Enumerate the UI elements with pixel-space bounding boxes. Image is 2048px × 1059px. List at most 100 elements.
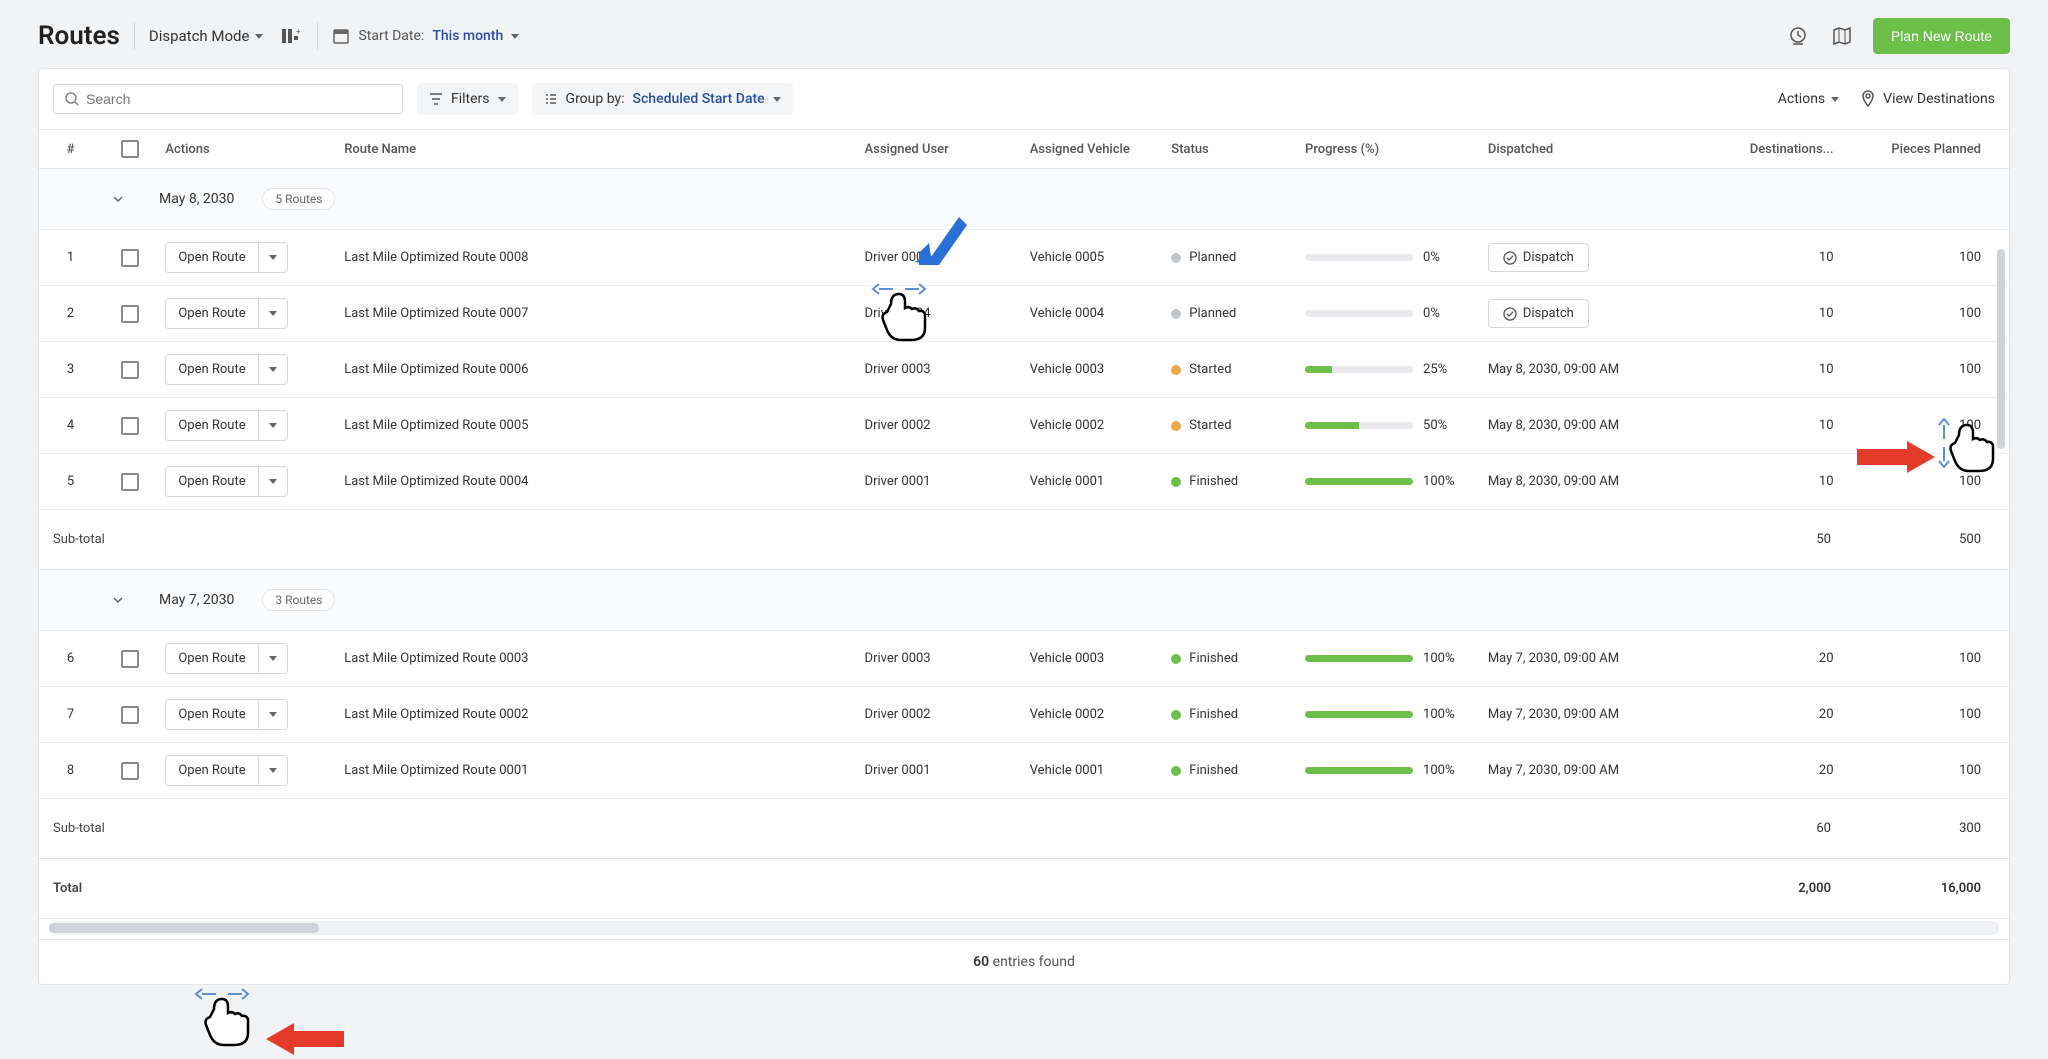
col-dispatched[interactable]: Dispatched — [1480, 130, 1677, 168]
status-dot-icon — [1171, 654, 1181, 664]
table-row: 3 Open Route Last Mile Optimized Route 0… — [39, 342, 2009, 398]
open-route-button[interactable]: Open Route — [165, 410, 287, 441]
col-pieces-planned[interactable]: Pieces Planned — [1842, 130, 2009, 168]
horizontal-scrollbar-thumb[interactable] — [49, 923, 319, 933]
filters-button[interactable]: Filters — [417, 83, 518, 115]
status-dot-icon — [1171, 365, 1181, 375]
col-destinations[interactable]: Destinations... — [1676, 130, 1841, 168]
table-head: # Actions Route Name Assigned User Assig… — [39, 129, 2009, 169]
search-icon — [64, 91, 80, 107]
row-checkbox[interactable] — [121, 305, 139, 323]
row-checkbox[interactable] — [121, 417, 139, 435]
svg-text:+: + — [296, 27, 300, 36]
col-route-name[interactable]: Route Name — [336, 130, 856, 168]
open-route-button[interactable]: Open Route — [165, 699, 287, 730]
chevron-down-icon — [111, 192, 125, 206]
col-status[interactable]: Status — [1163, 130, 1297, 168]
start-date-filter[interactable]: Start Date: This month — [332, 27, 519, 45]
status-label: Started — [1189, 362, 1231, 377]
dispatch-button[interactable]: Dispatch — [1488, 243, 1589, 272]
group-header[interactable]: May 7, 2030 3 Routes — [39, 570, 2009, 631]
status-label: Finished — [1189, 474, 1238, 489]
col-assigned-user[interactable]: Assigned User — [857, 130, 1022, 168]
progress-label: 100% — [1423, 707, 1454, 722]
status-dot-icon — [1171, 253, 1181, 263]
subtotal-pieces: 300 — [1839, 811, 2009, 846]
list-columns-icon[interactable]: + — [277, 23, 303, 49]
row-checkbox[interactable] — [121, 650, 139, 668]
subtotal-row: Sub-total 50 500 — [39, 510, 2009, 570]
row-checkbox[interactable] — [121, 361, 139, 379]
destinations-cell: 10 — [1676, 296, 1841, 331]
map-icon[interactable] — [1829, 23, 1855, 49]
row-checkbox[interactable] — [121, 762, 139, 780]
destinations-cell: 20 — [1676, 697, 1841, 732]
plan-new-route-button[interactable]: Plan New Route — [1873, 18, 2010, 54]
history-icon[interactable] — [1785, 23, 1811, 49]
open-route-dropdown[interactable] — [258, 355, 287, 384]
group-header[interactable]: May 8, 2030 5 Routes — [39, 169, 2009, 230]
dispatch-button[interactable]: Dispatch — [1488, 299, 1589, 328]
view-destinations-button[interactable]: View Destinations — [1859, 90, 1995, 108]
assigned-vehicle-cell: Vehicle 0003 — [1022, 641, 1164, 676]
subtotal-pieces: 500 — [1839, 522, 2009, 557]
search-input[interactable] — [86, 91, 392, 107]
open-route-button[interactable]: Open Route — [165, 466, 287, 497]
open-route-dropdown[interactable] — [258, 243, 287, 272]
group-date: May 7, 2030 — [159, 582, 242, 618]
row-checkbox[interactable] — [121, 473, 139, 491]
table-row: 2 Open Route Last Mile Optimized Route 0… — [39, 286, 2009, 342]
routes-card: Filters Group by: Scheduled Start Date A… — [38, 68, 2010, 985]
open-route-button[interactable]: Open Route — [165, 298, 287, 329]
row-checkbox[interactable] — [121, 249, 139, 267]
open-route-dropdown[interactable] — [258, 411, 287, 440]
actions-dropdown[interactable]: Actions — [1778, 91, 1839, 107]
status-cell: Finished — [1163, 753, 1297, 788]
group-by-button[interactable]: Group by: Scheduled Start Date — [532, 83, 793, 115]
search-input-wrap[interactable] — [53, 84, 403, 114]
status-label: Started — [1189, 418, 1231, 433]
open-route-button[interactable]: Open Route — [165, 242, 287, 273]
row-checkbox[interactable] — [121, 706, 139, 724]
dispatched-cell: May 8, 2030, 09:00 AM — [1480, 352, 1677, 387]
chevron-down-icon — [269, 367, 277, 372]
route-name-cell: Last Mile Optimized Route 0008 — [336, 240, 856, 275]
open-route-label: Open Route — [166, 644, 257, 673]
col-actions[interactable]: Actions — [157, 130, 336, 168]
progress-bar — [1305, 767, 1413, 774]
subtotal-label: Sub-total — [39, 532, 159, 547]
chevron-down-icon — [498, 97, 506, 102]
dispatched-cell: Dispatch — [1480, 233, 1677, 282]
dispatched-cell: May 8, 2030, 09:00 AM — [1480, 408, 1677, 443]
open-route-button[interactable]: Open Route — [165, 354, 287, 385]
total-label: Total — [39, 881, 159, 896]
open-route-button[interactable]: Open Route — [165, 643, 287, 674]
start-date-label: Start Date: — [358, 28, 424, 44]
open-route-button[interactable]: Open Route — [165, 755, 287, 786]
route-name-cell: Last Mile Optimized Route 0005 — [336, 408, 856, 443]
open-route-dropdown[interactable] — [258, 467, 287, 496]
select-all-checkbox[interactable] — [121, 140, 139, 158]
col-assigned-vehicle[interactable]: Assigned Vehicle — [1022, 130, 1164, 168]
route-name-cell: Last Mile Optimized Route 0007 — [336, 296, 856, 331]
total-row: Total 2,000 16,000 — [39, 859, 2009, 919]
group-icon — [544, 92, 558, 106]
open-route-dropdown[interactable] — [258, 644, 287, 673]
assigned-user-cell: Driver 0003 — [857, 641, 1022, 676]
check-circle-icon — [1503, 251, 1517, 265]
group-count-badge: 5 Routes — [262, 188, 335, 210]
progress-cell: 0% — [1297, 240, 1480, 275]
col-progress[interactable]: Progress (%) — [1297, 130, 1480, 168]
horizontal-scrollbar[interactable] — [49, 921, 1999, 935]
open-route-dropdown[interactable] — [258, 299, 287, 328]
col-number[interactable]: # — [39, 130, 102, 168]
open-route-dropdown[interactable] — [258, 700, 287, 729]
progress-cell: 0% — [1297, 296, 1480, 331]
vertical-scrollbar[interactable] — [1997, 249, 2005, 449]
open-route-dropdown[interactable] — [258, 756, 287, 785]
start-date-value: This month — [432, 28, 503, 44]
status-label: Finished — [1189, 651, 1238, 666]
mode-dropdown[interactable]: Dispatch Mode — [149, 27, 264, 45]
table-row: 7 Open Route Last Mile Optimized Route 0… — [39, 687, 2009, 743]
footer-count: 60 — [973, 954, 989, 970]
